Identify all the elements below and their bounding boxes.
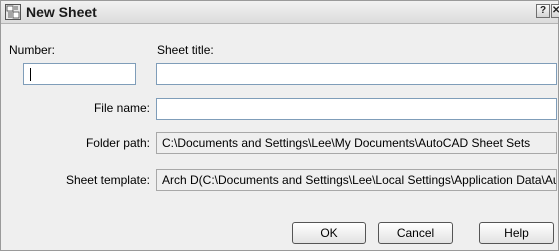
sheet-title-input[interactable]: [156, 63, 557, 85]
file-name-input[interactable]: [156, 98, 557, 120]
sheet-set-icon: [5, 4, 21, 20]
title-bar[interactable]: New Sheet ? ✕: [1, 1, 559, 24]
text-caret: [30, 68, 31, 81]
close-icon[interactable]: ✕: [551, 4, 559, 18]
help-icon[interactable]: ?: [536, 4, 550, 18]
number-label: Number:: [9, 43, 56, 57]
folder-path-field: C:\Documents and Settings\Lee\My Documen…: [156, 132, 557, 154]
ok-button[interactable]: OK: [292, 222, 366, 244]
sheet-template-field: Arch D(C:\Documents and Settings\Lee\Loc…: [156, 169, 557, 191]
file-name-label: File name:: [93, 101, 150, 115]
sheet-title-label: Sheet title:: [157, 43, 214, 57]
sheet-template-label: Sheet template:: [65, 173, 150, 187]
help-button[interactable]: Help: [479, 222, 554, 244]
cancel-button[interactable]: Cancel: [378, 222, 453, 244]
folder-path-label: Folder path:: [85, 136, 150, 150]
folder-path-value: C:\Documents and Settings\Lee\My Documen…: [162, 136, 531, 150]
dialog-title: New Sheet: [26, 4, 97, 20]
number-input[interactable]: [23, 63, 136, 85]
sheet-template-value: Arch D(C:\Documents and Settings\Lee\Loc…: [162, 173, 557, 187]
new-sheet-dialog: New Sheet ? ✕ Number: Sheet title: File …: [0, 0, 559, 251]
